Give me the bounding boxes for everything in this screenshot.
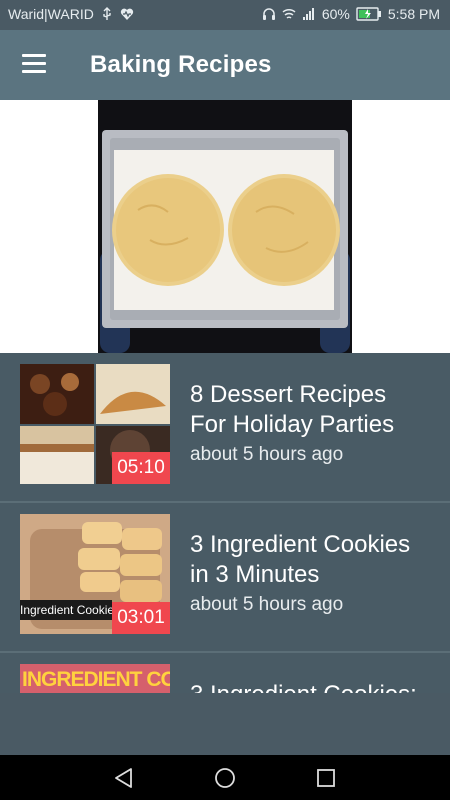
usb-icon <box>103 7 111 20</box>
featured-video-player[interactable] <box>0 100 450 353</box>
recents-square-icon[interactable] <box>314 766 338 790</box>
video-title: 3 Ingredient Cookies: <box>190 680 430 693</box>
system-navigation-bar <box>0 755 450 800</box>
video-title-line: 8 Dessert Recipes <box>190 381 387 408</box>
status-right: 60% 5:58 PM <box>262 6 440 22</box>
list-item[interactable]: INGREDIENT COOKIE 3 Ingredient Cookies: <box>0 653 450 693</box>
thumbnail-caption: Ingredient Cookie <box>20 600 112 620</box>
status-left: Warid|WARID <box>8 6 134 22</box>
video-title-line: 3 Ingredient Cookies <box>190 531 411 558</box>
battery-charging-icon <box>356 7 381 21</box>
video-title-line: For Holiday Parties <box>190 411 395 438</box>
back-triangle-icon[interactable] <box>112 766 136 790</box>
video-thumbnail[interactable]: Ingredient Cookie 03:01 <box>20 514 170 634</box>
video-timestamp: about 5 hours ago <box>190 594 344 615</box>
list-item[interactable]: Ingredient Cookie 03:01 3 Ingredient Coo… <box>0 503 450 653</box>
battery-percent: 60% <box>321 6 350 22</box>
video-title: 3 Ingredient Cookies in 3 Minutes <box>190 530 430 590</box>
wifi-icon <box>282 8 296 19</box>
video-thumbnail[interactable]: INGREDIENT COOKIE <box>20 664 170 693</box>
duration-badge: 05:10 <box>112 452 170 484</box>
video-frame[interactable] <box>98 100 352 353</box>
status-bar: Warid|WARID 60% 5:58 PM <box>0 0 450 30</box>
thumbnail-caption: INGREDIENT COOKIE <box>22 668 170 691</box>
duration-badge: 03:01 <box>112 602 170 634</box>
clock: 5:58 PM <box>387 6 440 22</box>
video-timestamp: about 5 hours ago <box>190 444 344 465</box>
hamburger-menu-icon[interactable] <box>22 54 48 76</box>
headphones-icon <box>262 8 275 20</box>
home-circle-icon[interactable] <box>213 766 237 790</box>
video-thumbnail[interactable]: 05:10 <box>20 364 170 484</box>
list-item[interactable]: 05:10 8 Dessert Recipes For Holiday Part… <box>0 353 450 503</box>
video-title: 8 Dessert Recipes For Holiday Parties <box>190 380 430 440</box>
cookies-on-tray-image <box>98 100 352 353</box>
carrier-label: Warid|WARID <box>8 6 94 22</box>
page-title: Baking Recipes <box>90 51 272 78</box>
health-heart-icon <box>120 8 133 20</box>
signal-icon <box>302 8 314 20</box>
bottom-panel <box>0 693 450 755</box>
video-list: 05:10 8 Dessert Recipes For Holiday Part… <box>0 353 450 693</box>
app-bar: Baking Recipes <box>0 30 450 100</box>
video-title-line: in 3 Minutes <box>190 561 320 588</box>
